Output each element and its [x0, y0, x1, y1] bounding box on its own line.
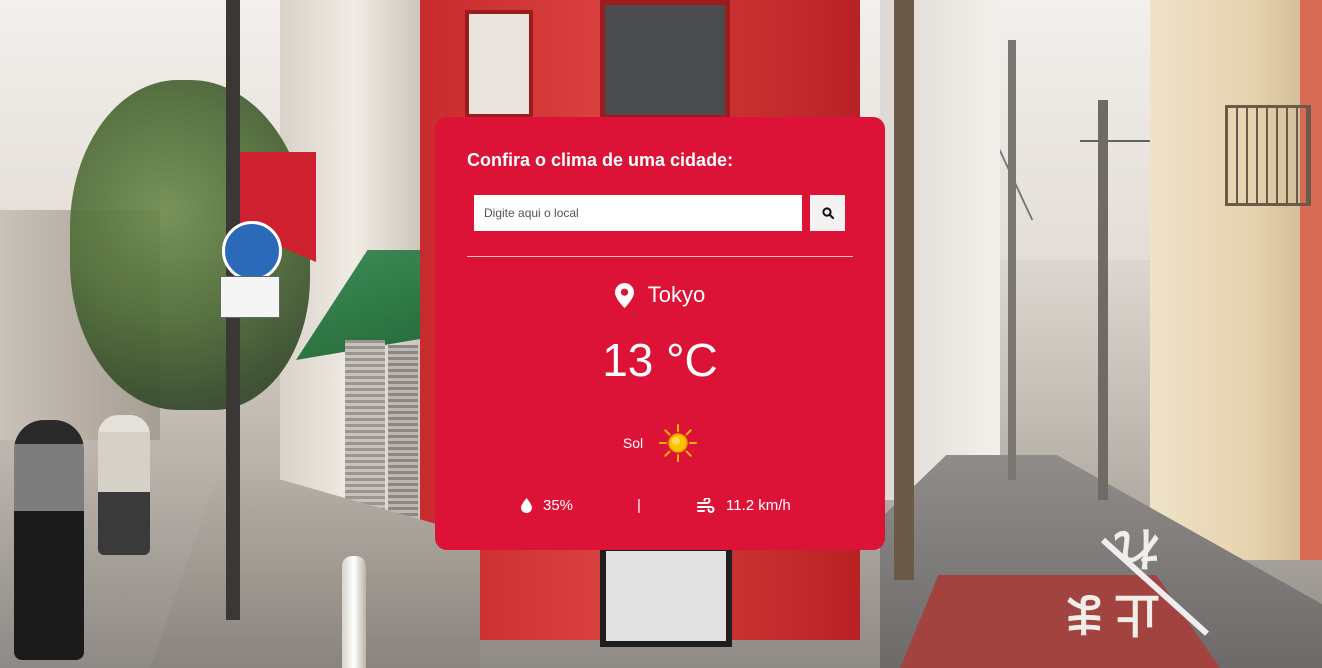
divider [467, 256, 853, 257]
weather-description-row: Sol [435, 424, 885, 462]
sun-icon [659, 424, 698, 462]
humidity-value: 35% [543, 497, 574, 514]
search-input[interactable] [474, 195, 802, 231]
building [1300, 0, 1322, 560]
pedestrian-sign [222, 221, 282, 281]
search-button[interactable] [810, 195, 845, 231]
doorway [600, 545, 732, 647]
bollard [342, 556, 366, 668]
pedestrian [98, 415, 150, 555]
window [465, 10, 533, 118]
utility-pole [1098, 100, 1108, 500]
shutter [388, 345, 418, 520]
weather-card: Confira o clima de uma cidade: Tokyo 13 … [435, 117, 885, 550]
droplet-icon [521, 498, 532, 513]
card-title: Confira o clima de uma cidade: [467, 150, 734, 170]
city-row: Tokyo [435, 282, 885, 308]
sign-plate [220, 276, 280, 318]
weather-details-row: 35% | 11.2 km/h [435, 497, 885, 519]
separator: | [637, 497, 641, 514]
utility-pole [894, 0, 914, 580]
city-name: Tokyo [647, 282, 706, 307]
pedestrian [14, 420, 84, 660]
wind: 11.2 km/h [697, 497, 791, 514]
temperature: 13 °C [602, 334, 718, 386]
weather-description: Sol [622, 435, 644, 451]
wind-icon [697, 497, 715, 513]
shutter [345, 340, 385, 510]
building [1150, 0, 1322, 560]
wind-value: 11.2 km/h [726, 497, 791, 514]
road-marking-text: 止まれ [1056, 522, 1160, 640]
window [600, 0, 730, 120]
utility-pole [1008, 40, 1016, 480]
balcony [1225, 105, 1311, 206]
search-icon [821, 207, 834, 219]
humidity: 35% [521, 497, 573, 514]
location-pin-icon [614, 282, 634, 308]
